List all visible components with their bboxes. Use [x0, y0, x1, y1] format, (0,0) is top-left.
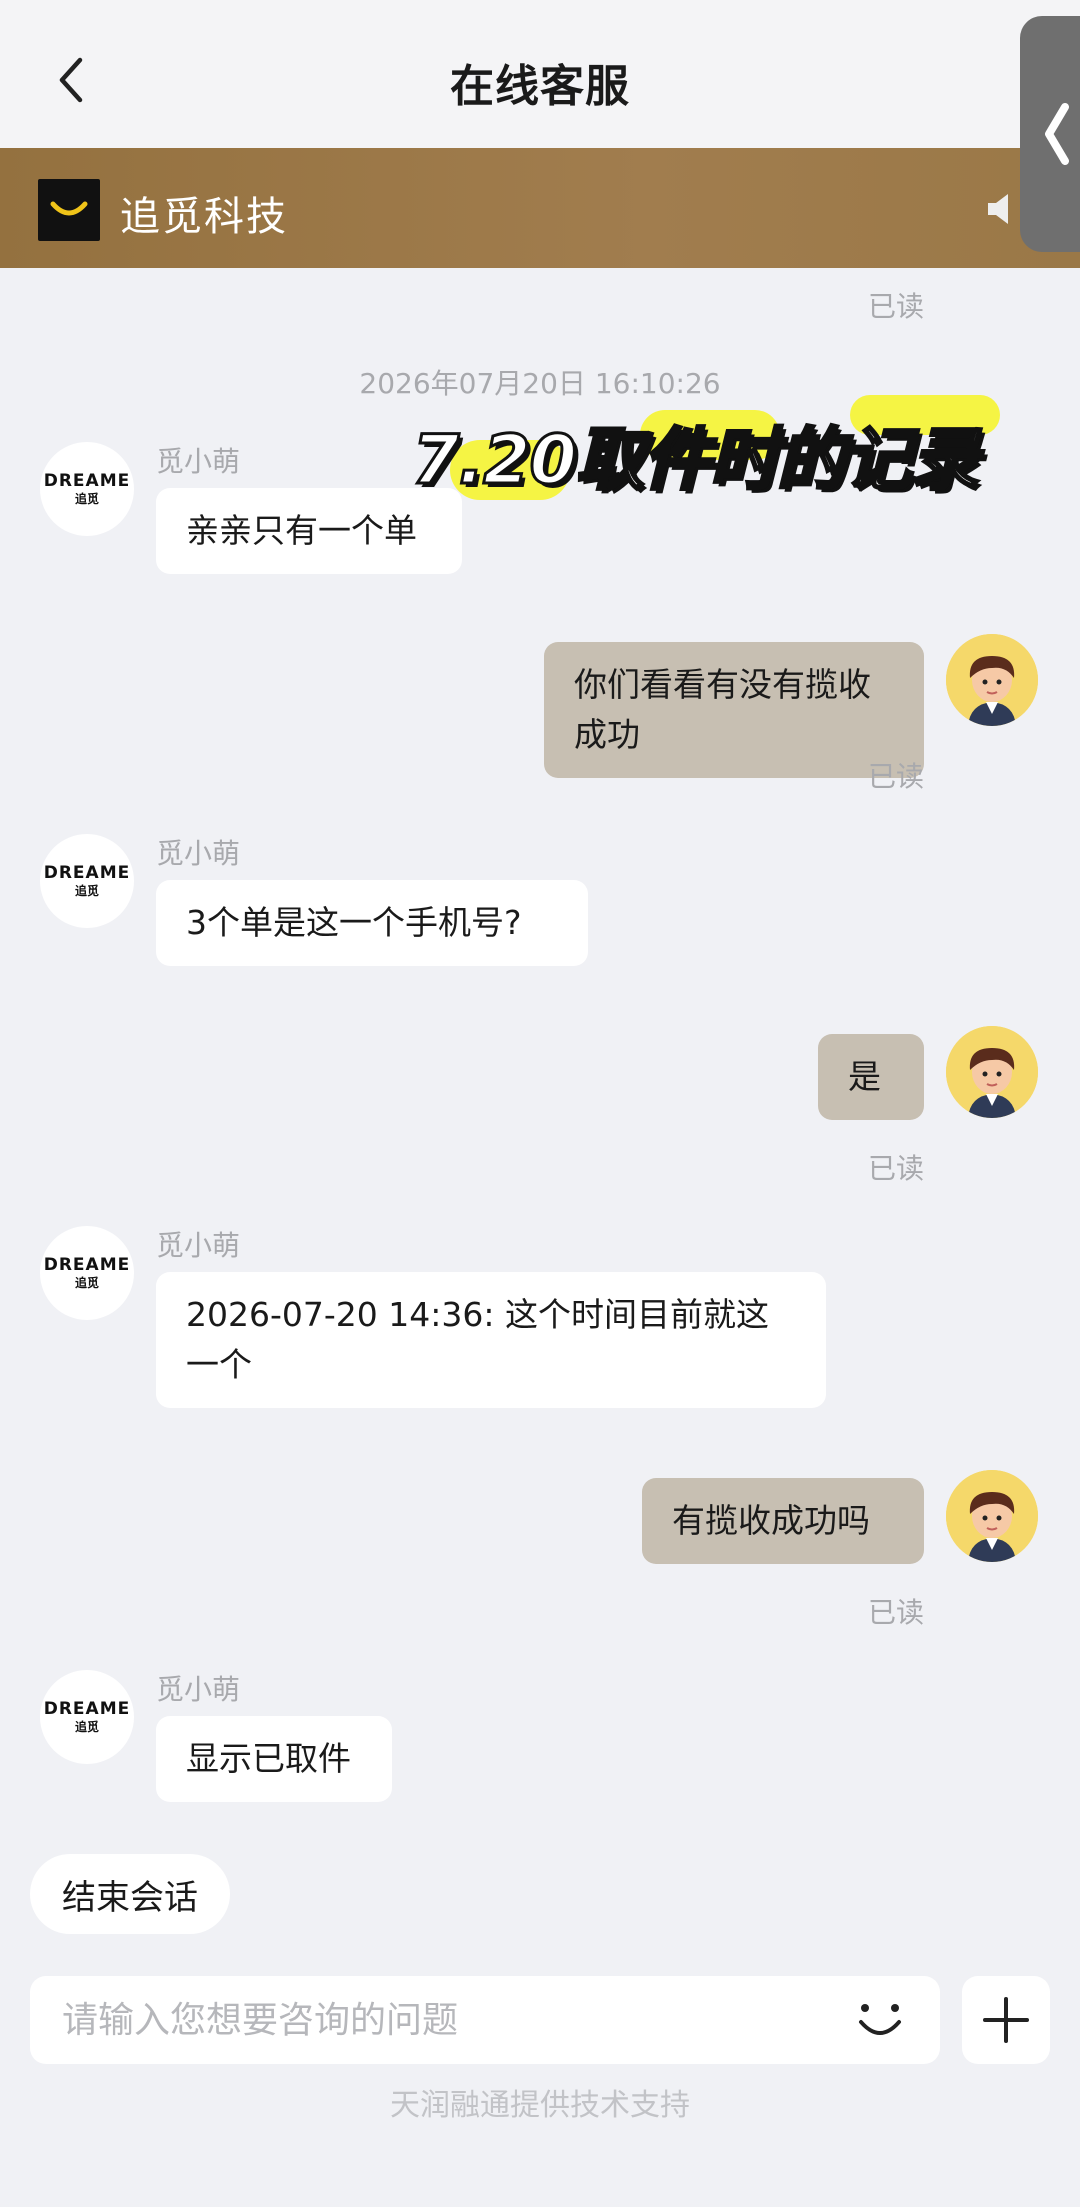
agent-avatar[interactable]: DREAME 追觅 [40, 834, 134, 928]
message-bubble-agent[interactable]: 3个单是这一个手机号? [156, 880, 588, 966]
user-avatar-icon [946, 634, 1038, 726]
footer-note: 天润融通提供技术支持 [390, 2088, 690, 2123]
agent-avatar[interactable]: DREAME 追觅 [40, 1670, 134, 1764]
message-bubble-agent[interactable]: 显示已取件 [156, 1716, 392, 1802]
agent-name: 觅小萌 [156, 837, 241, 870]
user-avatar-icon [946, 1470, 1038, 1562]
brand-bar: 追觅科技 [0, 148, 1080, 268]
chevron-left-icon [1045, 103, 1069, 165]
agent-avatar[interactable]: DREAME 追觅 [40, 1226, 134, 1320]
agent-name: 觅小萌 [156, 1229, 241, 1262]
read-status: 已读 [867, 1152, 924, 1185]
speaker-icon[interactable] [986, 192, 1016, 230]
plus-icon [983, 1997, 1029, 2043]
message-input[interactable] [60, 1998, 850, 2042]
agent-logo-sub: 追觅 [74, 1720, 99, 1734]
agent-logo-sub: 追觅 [74, 492, 99, 506]
message-bubble-user[interactable]: 是 [818, 1034, 924, 1120]
read-status: 已读 [867, 1596, 924, 1629]
message-bubble-agent[interactable]: 2026-07-20 14:36: 这个时间目前就这一个 [156, 1272, 826, 1408]
user-avatar[interactable] [946, 1026, 1038, 1118]
agent-logo-sub: 追觅 [74, 884, 99, 898]
page-title: 在线客服 [450, 61, 630, 112]
agent-avatar[interactable]: DREAME 追觅 [40, 442, 134, 536]
read-status: 已读 [867, 290, 924, 323]
add-attachment-button[interactable] [962, 1976, 1050, 2064]
agent-name: 觅小萌 [156, 1673, 241, 1706]
agent-logo-text: DREAME [43, 1699, 131, 1719]
overlay-caption: 7.20取件时的记录 [411, 420, 981, 502]
agent-logo-text: DREAME [43, 471, 131, 491]
brand-name: 追觅科技 [120, 194, 288, 240]
user-avatar-icon [946, 1026, 1038, 1118]
smile-logo-icon [50, 201, 88, 216]
read-status: 已读 [867, 760, 924, 793]
side-panel-tab[interactable] [1020, 16, 1080, 252]
agent-logo-text: DREAME [43, 1255, 131, 1275]
agent-name: 觅小萌 [156, 445, 241, 478]
emoji-button[interactable] [850, 1990, 910, 2050]
user-avatar[interactable] [946, 634, 1038, 726]
message-input-container [30, 1976, 940, 2064]
message-bubble-user[interactable]: 有揽收成功吗 [642, 1478, 924, 1564]
brand-logo [38, 179, 100, 241]
agent-logo-text: DREAME [43, 863, 131, 883]
end-chat-button[interactable]: 结束会话 [30, 1854, 230, 1934]
smile-icon [859, 2004, 901, 2035]
agent-logo-sub: 追觅 [74, 1276, 99, 1290]
header: 在线客服 [0, 0, 1080, 148]
user-avatar[interactable] [946, 1470, 1038, 1562]
